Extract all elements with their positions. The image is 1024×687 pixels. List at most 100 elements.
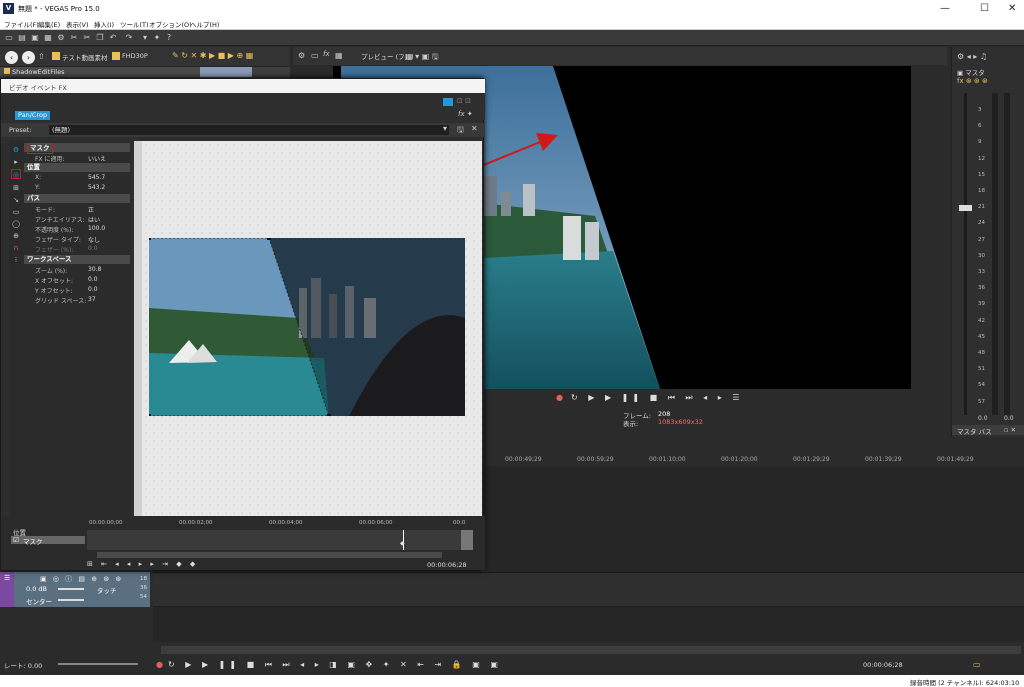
mixer-tools-icon[interactable]: ⚙ ◂ ▸ ♫ [957, 52, 987, 61]
loop-icon[interactable]: ▭ [973, 660, 981, 669]
record-icon[interactable]: ● [556, 393, 563, 402]
menu-view[interactable]: 表示(V) [66, 19, 89, 29]
prop-value[interactable]: 30.8 [88, 266, 101, 273]
timeline-scrollbar[interactable] [161, 646, 1021, 654]
explorer-row[interactable]: ShadowEditFiles [0, 67, 200, 77]
fx-timeline-ruler[interactable]: 00:00:00;00 00:00:02;00 00:00:04;00 00:0… [87, 520, 477, 528]
track-menu-icon[interactable]: ☰ [4, 574, 10, 582]
prop-value[interactable]: 545.7 [88, 174, 105, 181]
prop-value[interactable]: 0.0 [88, 245, 98, 252]
explorer-folder-2[interactable]: FHD30P [122, 52, 148, 60]
settings-tool-icon[interactable]: ⚙ [11, 145, 21, 155]
prop-value[interactable]: いいえ [88, 154, 106, 163]
video-event-fx-window[interactable]: ビデオ イベント FX ⊡ ⊡ fx ✦ Pan/Crop Preset: (無… [0, 78, 485, 570]
cut-icon[interactable]: ✂ [82, 33, 92, 43]
mixer-fx-icon[interactable]: fx ⊛ ⊛ ⊛ [957, 77, 988, 85]
more-tool-icon[interactable]: ⁝ [11, 255, 21, 265]
prop-value[interactable]: 543.2 [88, 184, 105, 191]
pointer-tool-icon[interactable]: ▸ [11, 157, 21, 167]
magnet-icon[interactable]: ∩ [11, 243, 21, 253]
minimize-button[interactable]: — [940, 3, 950, 14]
track-pan[interactable]: センター [26, 596, 52, 606]
explorer-root[interactable]: ShadowEditFiles [12, 68, 65, 76]
prop-value[interactable]: 正 [88, 205, 94, 214]
menu-options[interactable]: オプション(O) [149, 19, 192, 29]
preset-dropdown[interactable]: (無題) [49, 125, 449, 135]
transport-buttons[interactable]: ↻ ▶ ▶ ❚❚ ■ ⏮ ⏭ ◂ ▸ ☰ [571, 393, 743, 403]
track-buttons[interactable]: ▣ ◎ ⓘ ▤ ⊕ ⊛ ⊛ [40, 574, 123, 584]
section-mask[interactable]: マスク [24, 143, 130, 154]
redo-icon[interactable]: ↷ [124, 33, 134, 43]
open-icon[interactable]: ▤ [17, 33, 27, 43]
section-workspace[interactable]: ワークスペース [24, 255, 130, 264]
render-icon[interactable]: ✂ [69, 33, 79, 43]
keyframe-track-mask[interactable]: ☑ マスク [11, 536, 85, 546]
copy-icon[interactable]: ❐ [95, 33, 105, 43]
zoom-tool-icon[interactable]: ⊕ [11, 231, 21, 241]
split-screen-icon[interactable]: ▦ [335, 51, 343, 60]
menu-edit[interactable]: 編集(E) [38, 19, 60, 29]
menu-tools[interactable]: ツール(T) [120, 19, 149, 29]
normal-edit-icon[interactable]: ⊞ [11, 183, 21, 193]
track-automation-mode[interactable]: タッチ [97, 585, 117, 595]
prop-value[interactable]: 100.0 [88, 225, 105, 232]
save-preset-icon[interactable]: 🖫 [457, 124, 464, 138]
fx-vertical-scroll[interactable] [461, 530, 473, 550]
prop-value[interactable]: なし [88, 235, 100, 244]
prop-value[interactable]: 0.0 [88, 276, 98, 283]
fx-keyframe-lanes[interactable]: ◆ [87, 530, 461, 550]
fx-window-titlebar[interactable]: ビデオ イベント FX [1, 79, 485, 93]
plugin-icon[interactable]: ✦ [152, 33, 162, 43]
anchor-tool-icon[interactable]: ↘ [11, 195, 21, 205]
audio-track-lane[interactable] [153, 572, 1024, 607]
preview-settings-icon[interactable]: ⚙ [298, 51, 305, 60]
menu-help[interactable]: ヘルプ(H) [190, 19, 219, 29]
pan-crop-chip[interactable]: Pan/Crop [15, 111, 51, 120]
track-volume[interactable]: 0.0 dB [26, 585, 47, 593]
rate-slider[interactable] [58, 663, 138, 665]
menu-file[interactable]: ファイル(F) [4, 19, 39, 29]
prop-value[interactable]: 37 [88, 296, 96, 303]
fx-icon[interactable]: fx [323, 50, 330, 58]
record-icon[interactable]: ● [156, 660, 163, 669]
mask-tool-icon[interactable]: ◎ [11, 169, 21, 179]
pan-slider[interactable] [58, 599, 84, 601]
save-icon[interactable]: ▣ [30, 33, 40, 43]
prop-value[interactable]: はい [88, 215, 100, 224]
fx-horizontal-scroll[interactable] [97, 552, 442, 558]
new-project-icon[interactable]: ▭ [4, 33, 14, 43]
history-icon[interactable]: ▾ [140, 33, 150, 43]
chain-view-icon[interactable] [443, 98, 453, 106]
undo-icon[interactable]: ↶ [108, 33, 118, 43]
keyframe-diamond-icon[interactable]: ◆ [400, 540, 405, 547]
section-position[interactable]: 位置 [24, 163, 130, 172]
maximize-button[interactable]: ☐ [980, 3, 989, 14]
mask-workspace[interactable] [134, 141, 482, 516]
properties-icon[interactable]: ⚙ [56, 33, 66, 43]
close-button[interactable]: ✕ [1008, 3, 1016, 14]
keyframe-nav-icons[interactable]: ⊞ ⇤ ◂ ◂ ▸ ▸ ⇥ ◆ ◆ [87, 560, 198, 568]
external-monitor-icon[interactable]: ▭ [311, 51, 319, 60]
rectangle-tool-icon[interactable]: ▭ [11, 207, 21, 217]
back-icon[interactable]: ‹ [5, 51, 18, 64]
menu-insert[interactable]: 挿入(I) [94, 19, 114, 29]
volume-fader[interactable] [959, 205, 972, 211]
delete-preset-icon[interactable]: ✕ [471, 124, 478, 133]
checkbox-icon[interactable]: ☑ [13, 536, 19, 544]
overlay-icon[interactable]: ▦ ▾ ▣ 🖫 [405, 51, 439, 65]
preset-dropdown-arrow-icon[interactable]: ▾ [443, 124, 447, 133]
up-folder-icon[interactable]: ⇧ [38, 52, 45, 61]
transport-buttons[interactable]: ↻ ▶ ▶ ❚❚ ■ ⏮ ⏭ ◂ ▸ ◨ ▣ ✥ ✦ ✕ ⇤ ⇥ 🔒 ▣ ▣ [168, 660, 502, 670]
section-path[interactable]: パス [24, 194, 130, 203]
ellipse-tool-icon[interactable]: ◯ [11, 219, 21, 229]
forward-icon[interactable]: › [22, 51, 35, 64]
explorer-folder-1[interactable]: テスト動画素材 [62, 52, 108, 62]
mixer-close-icon[interactable]: ▫ ✕ [1004, 426, 1016, 434]
save-as-icon[interactable]: ▦ [43, 33, 53, 43]
timeline-ruler[interactable]: 00:00:49;29 00:00:59;29 00:01:10;00 00:0… [483, 452, 1024, 466]
explorer-tools-icon[interactable]: ✎ ↻ ✕ ✱ ▶ ■ ▶ ⊕ ▦ [172, 51, 253, 60]
audio-track-header[interactable]: ☰ ▣ ◎ ⓘ ▤ ⊕ ⊛ ⊛ 0.0 dB タッチ センター 18 36 54 [0, 572, 150, 607]
fx-plugin-icon[interactable]: fx ✦ [458, 110, 473, 118]
help-icon[interactable]: ? [164, 33, 174, 43]
thumbnail[interactable] [200, 67, 252, 77]
